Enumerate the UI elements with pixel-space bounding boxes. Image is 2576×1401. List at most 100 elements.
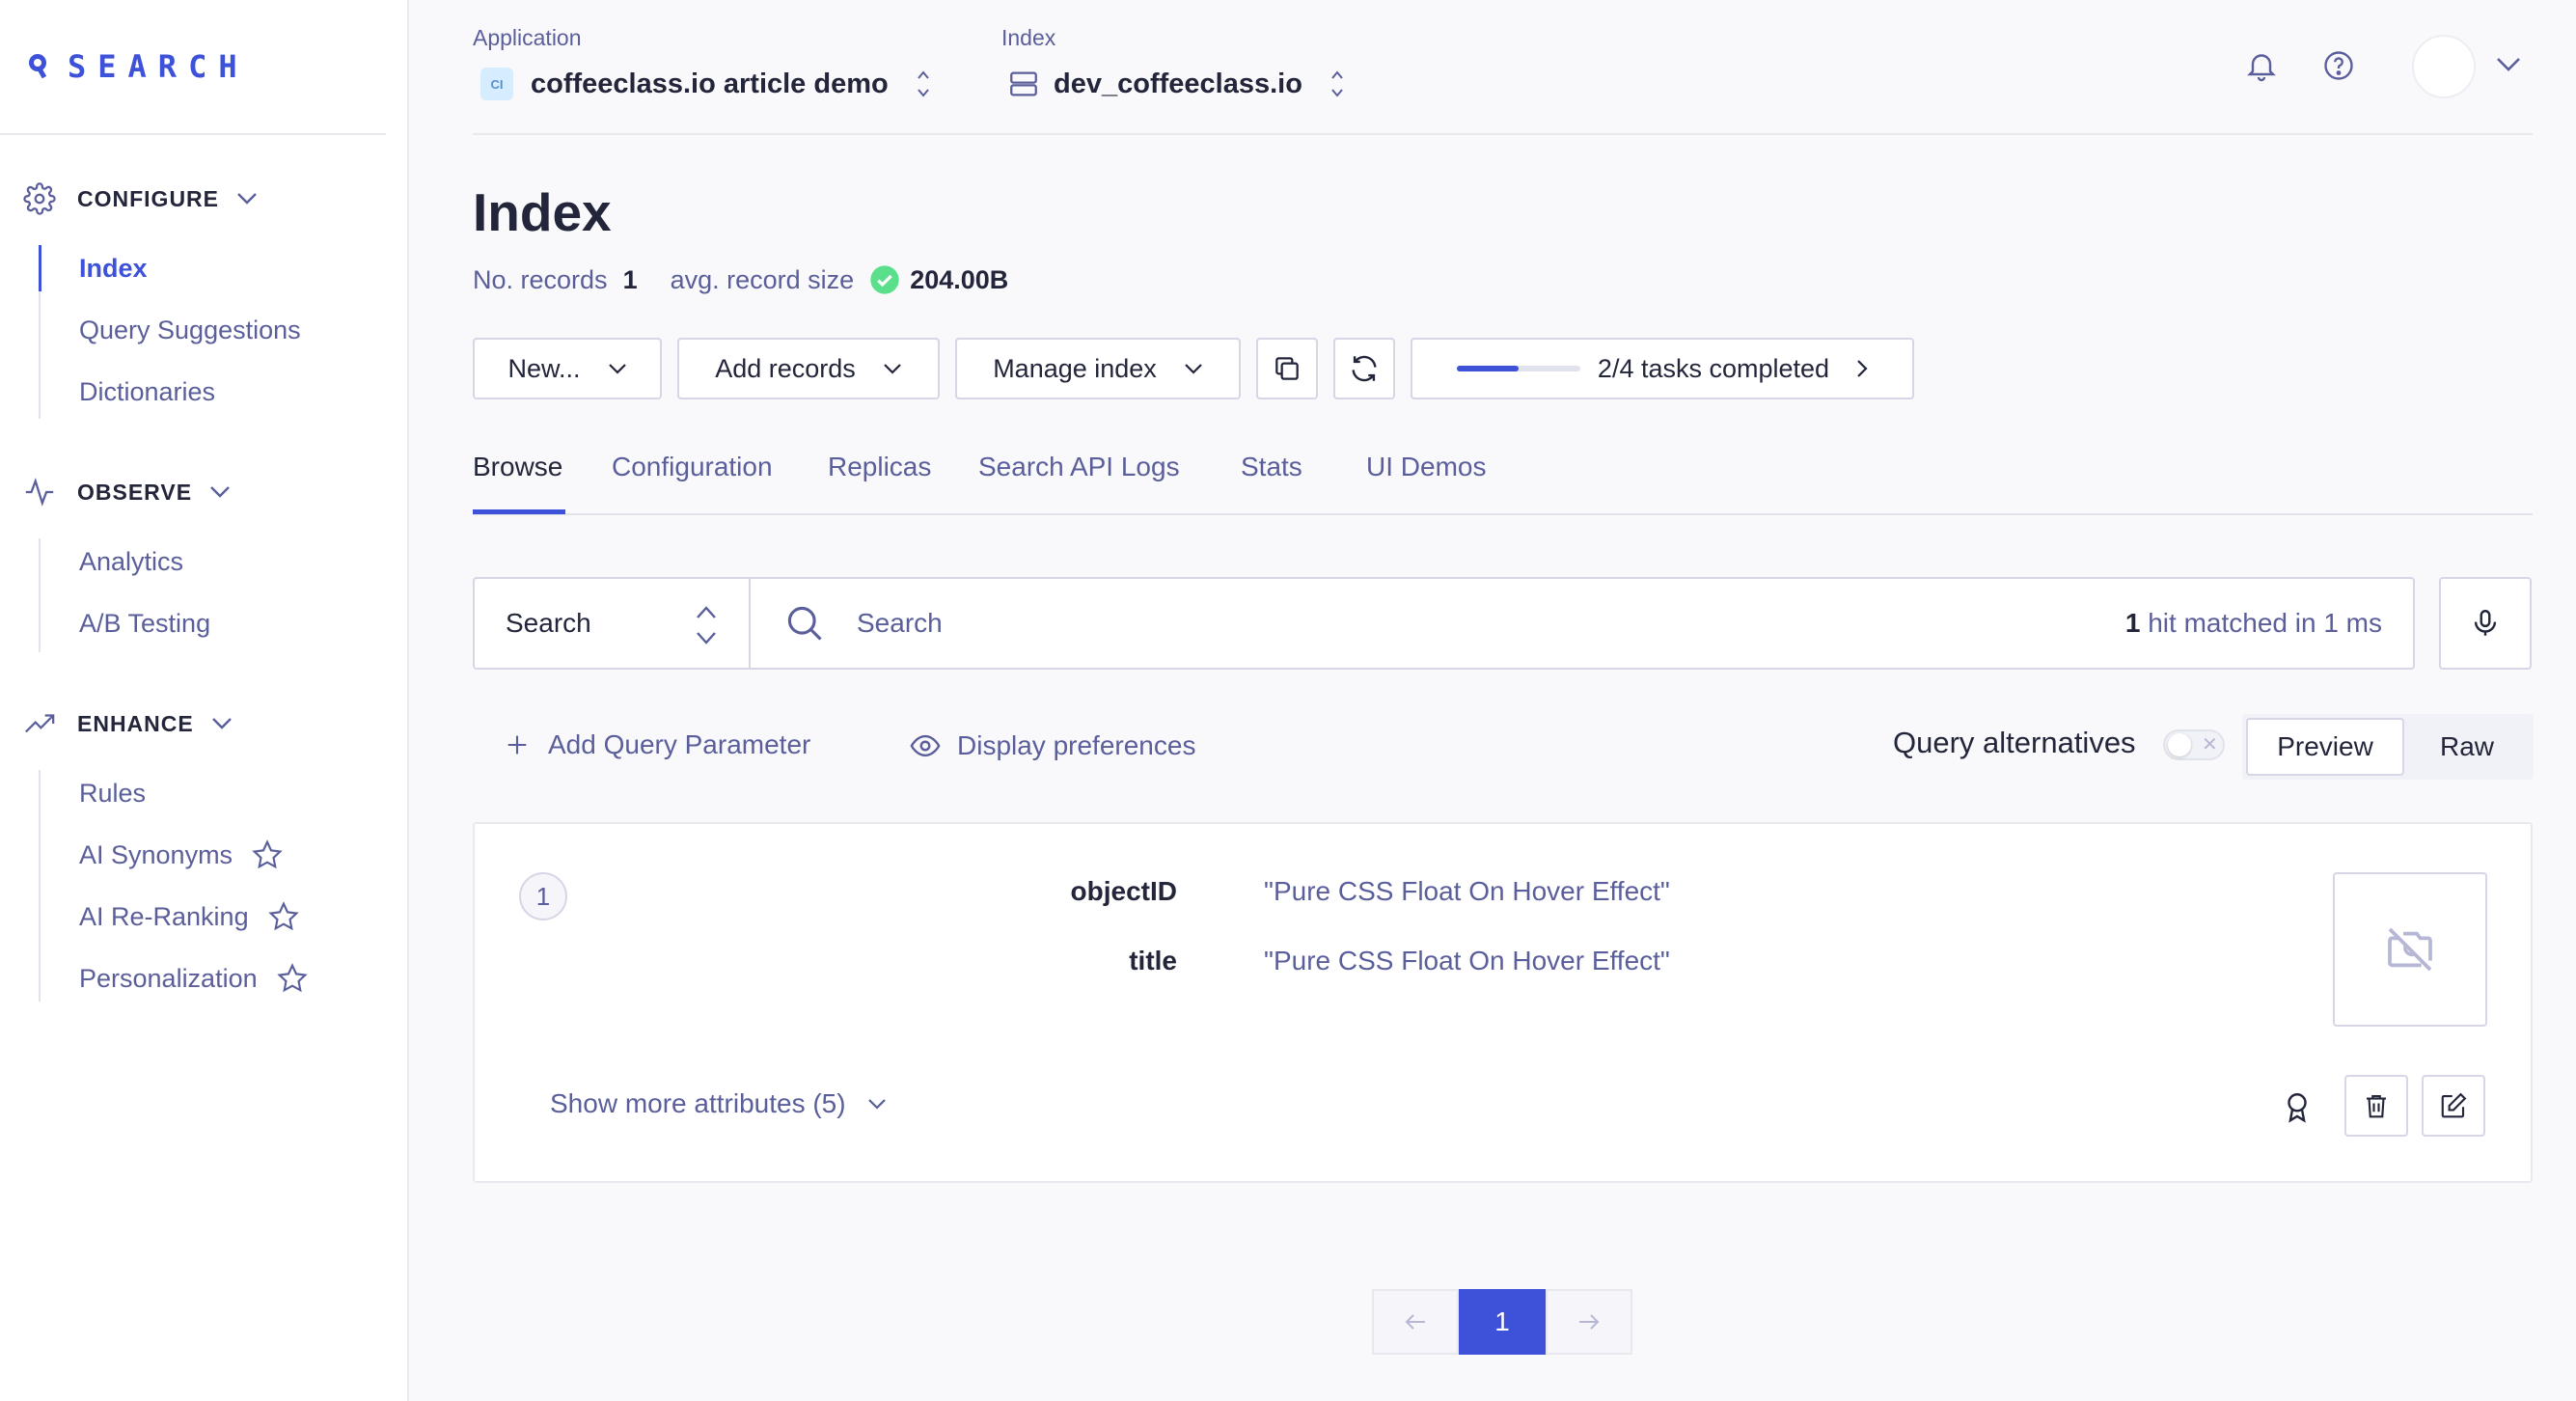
tab-replicas[interactable]: Replicas — [828, 452, 931, 515]
section-observe[interactable]: OBSERVE — [23, 473, 231, 511]
index-label: Index — [1001, 25, 1056, 50]
sidebar-item-ab-testing[interactable]: A/B Testing — [79, 604, 210, 643]
help-icon[interactable] — [2321, 48, 2356, 83]
sidebar-item-personalization[interactable]: Personalization — [79, 959, 308, 998]
section-label: CONFIGURE — [77, 185, 219, 211]
index-selector[interactable]: dev_coffeeclass.io — [1007, 68, 1345, 100]
search-mode-select[interactable]: Search — [475, 579, 751, 668]
toggle-knob — [2168, 733, 2191, 756]
delete-record-button[interactable] — [2344, 1075, 2408, 1137]
refresh-button[interactable] — [1333, 338, 1395, 399]
sidebar-item-analytics[interactable]: Analytics — [79, 542, 183, 581]
logo-text: SEARCH — [68, 48, 249, 85]
refresh-icon — [1352, 355, 1377, 382]
records-label: No. records — [473, 264, 608, 294]
tab-stats[interactable]: Stats — [1241, 452, 1302, 515]
next-page-button[interactable] — [1546, 1289, 1632, 1355]
button-label: Add records — [715, 353, 856, 383]
previous-page-button[interactable] — [1372, 1289, 1459, 1355]
sidebar-item-ai-synonyms[interactable]: AI Synonyms — [79, 836, 283, 874]
sidebar-item-label: AI Re-Ranking — [79, 901, 249, 931]
records-value: 1 — [622, 264, 638, 294]
microphone-icon — [2474, 610, 2497, 636]
index-name: dev_coffeeclass.io — [1054, 68, 1302, 99]
preview-button[interactable]: Preview — [2246, 718, 2404, 776]
button-label: Manage index — [993, 353, 1157, 383]
add-records-button[interactable]: Add records — [677, 338, 940, 399]
sidebar-item-label: Rules — [79, 778, 147, 808]
arrow-left-icon — [1405, 1314, 1425, 1330]
avatar[interactable] — [2412, 35, 2476, 98]
show-more-label: Show more attributes (5) — [550, 1088, 846, 1118]
attribute-key: title — [1129, 946, 1177, 975]
index-stats: No. records 1 avg. record size 204.00B — [473, 264, 1008, 295]
chevron-down-icon — [884, 364, 901, 374]
search-input[interactable] — [857, 598, 1725, 648]
bell-icon[interactable] — [2244, 48, 2279, 83]
tasks-progress-fill — [1456, 366, 1519, 371]
record-card: 1 objectID "Pure CSS Float On Hover Effe… — [473, 822, 2533, 1183]
edit-record-button[interactable] — [2422, 1075, 2485, 1137]
raw-button[interactable]: Raw — [2404, 718, 2530, 776]
chevron-down-icon — [608, 364, 626, 374]
chevron-down-icon — [211, 718, 232, 729]
tasks-button[interactable]: 2/4 tasks completed — [1411, 338, 1914, 399]
sidebar: SEARCH CONFIGURE Index Query Suggestions… — [0, 0, 409, 1401]
active-indicator — [39, 245, 41, 291]
new-button[interactable]: New... — [473, 338, 662, 399]
button-label: New... — [507, 353, 581, 383]
view-mode-switch: Preview Raw — [2242, 714, 2534, 780]
sidebar-item-ai-reranking[interactable]: AI Re-Ranking — [79, 897, 299, 936]
top-bar: Application CI coffeeclass.io article de… — [473, 0, 2533, 135]
sidebar-item-label: Personalization — [79, 963, 258, 993]
award-icon[interactable] — [2281, 1090, 2314, 1123]
sidebar-item-label: Index — [79, 253, 148, 283]
record-image-placeholder — [2333, 872, 2487, 1027]
show-more-attributes-button[interactable]: Show more attributes (5) — [550, 1088, 887, 1119]
no-image-icon — [2388, 927, 2432, 972]
add-query-parameter-button[interactable]: Add Query Parameter — [504, 729, 810, 760]
section-label: ENHANCE — [77, 710, 194, 736]
application-selector[interactable]: CI coffeeclass.io article demo — [480, 68, 931, 100]
hits-summary: 1 hit matched in 1 ms — [2125, 608, 2382, 639]
trend-icon — [25, 714, 55, 733]
logo[interactable]: SEARCH — [27, 48, 249, 85]
size-label: avg. record size — [670, 264, 855, 294]
manage-index-button[interactable]: Manage index — [955, 338, 1241, 399]
chevron-down-icon[interactable] — [2495, 56, 2522, 73]
tab-search-api-logs[interactable]: Search API Logs — [978, 452, 1180, 515]
page-button-current[interactable]: 1 — [1459, 1289, 1546, 1355]
chevron-down-icon — [867, 1099, 886, 1110]
sidebar-item-label: AI Synonyms — [79, 839, 233, 869]
trash-icon — [2367, 1094, 2386, 1118]
tab-bar: Browse Configuration Replicas Search API… — [473, 452, 2533, 515]
tab-ui-demos[interactable]: UI Demos — [1366, 452, 1486, 515]
sidebar-item-index[interactable]: Index — [79, 249, 148, 288]
section-rail — [39, 770, 41, 1002]
tab-browse[interactable]: Browse — [473, 452, 562, 515]
sidebar-item-label: Query Suggestions — [79, 315, 301, 344]
plus-icon — [507, 735, 527, 755]
server-icon — [1010, 71, 1037, 96]
eye-icon — [910, 734, 941, 757]
section-enhance[interactable]: ENHANCE — [23, 704, 233, 743]
star-icon — [267, 901, 299, 931]
sidebar-item-label: Analytics — [79, 546, 184, 576]
display-preferences-button[interactable]: Display preferences — [909, 729, 1195, 762]
search-icon — [787, 606, 822, 641]
copy-icon — [1275, 357, 1299, 380]
sidebar-item-label: A/B Testing — [79, 608, 211, 638]
query-alternatives-toggle[interactable]: ✕ — [2163, 729, 2225, 760]
arrow-right-icon — [1579, 1314, 1600, 1330]
section-configure[interactable]: CONFIGURE — [23, 179, 258, 218]
updown-chevron-icon — [697, 606, 716, 645]
sidebar-item-dictionaries[interactable]: Dictionaries — [79, 372, 215, 411]
copy-button[interactable] — [1256, 338, 1318, 399]
attribute-value: "Pure CSS Float On Hover Effect" — [1264, 876, 1670, 906]
sidebar-divider — [0, 133, 386, 135]
sidebar-item-query-suggestions[interactable]: Query Suggestions — [79, 311, 301, 349]
sidebar-item-label: Dictionaries — [79, 376, 216, 406]
voice-search-button[interactable] — [2439, 577, 2532, 670]
sidebar-item-rules[interactable]: Rules — [79, 774, 146, 812]
tab-configuration[interactable]: Configuration — [612, 452, 773, 515]
